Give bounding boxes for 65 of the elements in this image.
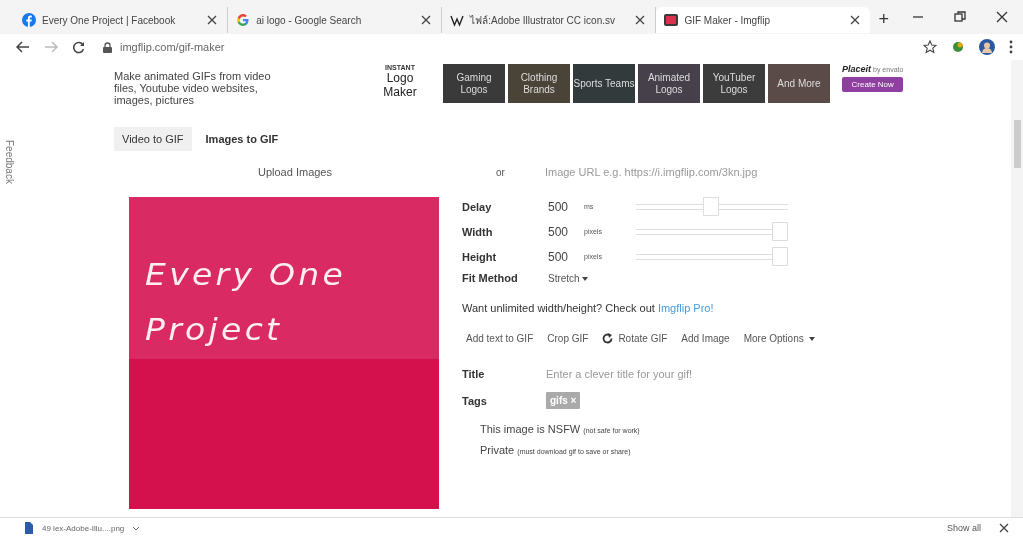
caret-icon[interactable]: [132, 525, 141, 531]
tagline-text: Make animated GIFs from video files, Youtube video websites, images, pictures: [114, 70, 272, 106]
close-icon[interactable]: [207, 15, 218, 25]
url-text: imgflip.com/gif-maker: [120, 41, 225, 53]
slider-thumb[interactable]: [702, 197, 719, 216]
reload-icon[interactable]: [72, 40, 85, 54]
slider-thumb[interactable]: [772, 247, 788, 266]
google-g-icon: [236, 13, 251, 27]
category-tile[interactable]: Clothing Brands: [508, 64, 570, 103]
tab-title: ไฟล์:Adobe Illustrator CC icon.sv: [470, 13, 616, 28]
tab-title: ai logo - Google Search: [256, 14, 363, 26]
fit-method-dropdown[interactable]: Stretch: [548, 272, 796, 284]
setting-label: Fit Method: [462, 272, 519, 284]
logo-maker-title[interactable]: Logo Maker: [375, 71, 425, 99]
preview-text: Project: [145, 312, 283, 347]
close-icon[interactable]: [635, 15, 646, 25]
show-all-link[interactable]: Show all: [946, 523, 981, 533]
or-text: or: [496, 166, 505, 178]
facebook-icon: [22, 13, 36, 27]
placeit-logo-text: Placeit: [842, 64, 872, 74]
category-tile[interactable]: Sports Teams: [573, 64, 635, 103]
file-icon: [24, 522, 34, 534]
tags-label: Tags: [462, 394, 488, 407]
menu-icon[interactable]: [1009, 40, 1013, 54]
download-file-name[interactable]: 49 lex-Adobe-Illu....png: [42, 523, 125, 533]
extension-icon[interactable]: [951, 40, 965, 54]
category-tile[interactable]: YouTuber Logos: [703, 64, 765, 103]
address-bar[interactable]: imgflip.com/gif-maker: [103, 36, 909, 58]
rotate-icon: [602, 333, 614, 344]
upload-images-button[interactable]: Upload Images: [258, 162, 332, 182]
title-label: Title: [462, 368, 486, 380]
mode-tab[interactable]: Video to GIF: [114, 127, 192, 151]
wikipedia-w-icon: [450, 13, 465, 27]
category-tile[interactable]: And More: [768, 64, 830, 103]
close-icon[interactable]: [421, 15, 432, 25]
star-icon[interactable]: [923, 40, 937, 54]
scrollbar-thumb[interactable]: [1013, 120, 1021, 168]
browser-tab[interactable]: GIF Maker - Imgflip: [656, 7, 871, 33]
close-icon[interactable]: [850, 15, 861, 25]
browser-tab[interactable]: Every One Project | Facebook: [14, 7, 229, 33]
setting-value[interactable]: 500: [548, 249, 584, 264]
category-tile[interactable]: Gaming Logos: [443, 64, 505, 103]
setting-label: Height: [462, 250, 498, 263]
close-icon[interactable]: [996, 11, 1008, 23]
feedback-tab[interactable]: Feedback: [4, 140, 15, 184]
setting-value[interactable]: 500: [548, 199, 584, 214]
category-tile[interactable]: Animated Logos: [638, 64, 700, 103]
setting-value[interactable]: 500: [548, 224, 584, 239]
back-arrow-icon[interactable]: [16, 41, 30, 53]
setting-label: Width: [462, 225, 494, 238]
slider-thumb[interactable]: [772, 222, 788, 241]
avatar-icon[interactable]: [979, 39, 995, 55]
imgflip-logo-icon: [664, 13, 679, 27]
tab-title: Every One Project | Facebook: [42, 14, 177, 26]
browser-tab[interactable]: ai logo - Google Search: [228, 7, 443, 33]
lock-icon: [103, 41, 112, 53]
setting-label: Delay: [462, 200, 493, 213]
create-now-button[interactable]: Create Now: [842, 77, 904, 92]
upgrade-note: Want unlimited width/height? Check out Imgflip Pro!: [462, 302, 715, 314]
scrollbar[interactable]: [1011, 60, 1023, 517]
restore-icon[interactable]: [954, 11, 966, 23]
preview-text: Every One: [145, 257, 347, 292]
new-tab-button[interactable]: +: [878, 8, 889, 30]
close-icon[interactable]: [999, 523, 1009, 533]
tab-title: GIF Maker - Imgflip: [684, 14, 771, 26]
